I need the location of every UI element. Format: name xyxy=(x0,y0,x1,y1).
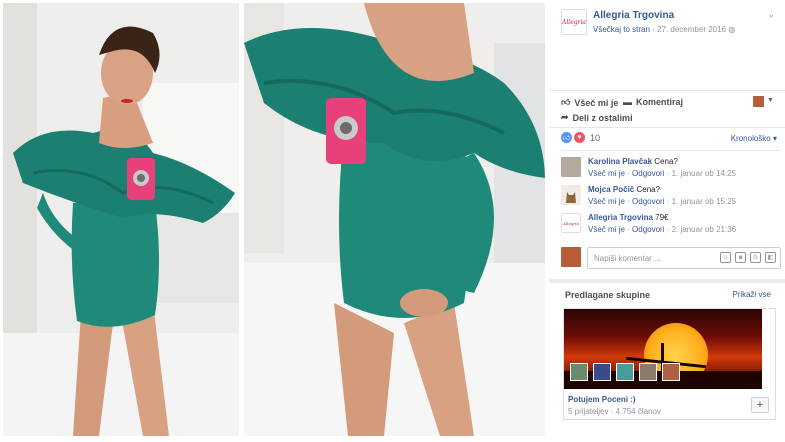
share-arrow-icon: ➦ xyxy=(561,112,569,122)
comment-composer: Napiši komentar ... ☺ ◙ G ◧ xyxy=(561,247,781,269)
comment-text: Cena? xyxy=(654,157,678,166)
page-logo-text: Allegria xyxy=(563,220,579,226)
comment-like-link[interactable]: Všeč mi je xyxy=(588,169,625,178)
like-reaction-icon: 👍︎ xyxy=(561,132,572,143)
like-button[interactable]: 👍︎ Všeč mi je xyxy=(561,97,618,108)
facebook-photo-viewer: Allegria Allegria Trgovina Všečkaj to st… xyxy=(0,0,785,442)
page-logo-text: Allegria xyxy=(562,18,586,26)
dot-separator: · xyxy=(652,25,655,34)
comment-reply-link[interactable]: Odgovori xyxy=(632,197,664,206)
sort-label: Kronološko xyxy=(730,134,771,143)
comment-text: Cena? xyxy=(636,185,661,194)
woman-mirror-selfie-photo-2 xyxy=(244,3,545,436)
page-avatar[interactable]: Allegria xyxy=(561,9,587,35)
comment-sort-dropdown[interactable]: Kronološko ▾ xyxy=(731,134,777,143)
member-avatar[interactable] xyxy=(616,363,634,381)
viewer-avatar xyxy=(561,247,581,267)
commenter-avatar[interactable]: Allegria xyxy=(561,213,581,233)
member-avatar[interactable] xyxy=(570,363,588,381)
comment-text: 79€ xyxy=(655,213,669,222)
like-label: Všeč mi je xyxy=(574,97,619,108)
divider xyxy=(549,90,785,91)
comment-item: Allegria Allegria Trgovina 79€ Všeč mi j… xyxy=(561,213,781,239)
comment-author[interactable]: Karolina Plavčak xyxy=(588,157,652,166)
suggested-groups-title: Predlagane skupine xyxy=(565,290,651,300)
member-avatar[interactable] xyxy=(639,363,657,381)
thumbs-up-icon: 👍︎ xyxy=(561,97,571,107)
comment-icon: ▬ xyxy=(623,97,632,107)
photo-right[interactable] xyxy=(244,3,545,436)
comment-like-link[interactable]: Všeč mi je xyxy=(588,197,625,206)
comment-time[interactable]: 2. januar ob 21:36 xyxy=(672,225,737,234)
comment-label: Komentiraj xyxy=(636,97,684,107)
section-divider xyxy=(549,279,785,283)
comment-input[interactable]: Napiši komentar ... ☺ ◙ G ◧ xyxy=(587,247,781,269)
share-button[interactable]: ➦ Deli z ostalimi xyxy=(561,112,633,123)
group-cover-photo[interactable] xyxy=(564,309,762,389)
like-page-link[interactable]: Všečkaj to stran xyxy=(593,25,650,34)
comment-item: Karolina Plavčak Cena? Všeč mi je · Odgo… xyxy=(561,157,781,183)
comment-time[interactable]: 1. januar ob 14:25 xyxy=(672,169,737,178)
chevron-down-icon[interactable]: ⌄ xyxy=(767,9,775,20)
post-subline: Všečkaj to stran · 27. december 2016 ◍ xyxy=(593,25,735,34)
globe-icon: ◍ xyxy=(728,25,736,34)
photo-left[interactable] xyxy=(3,3,239,436)
reactions-summary[interactable]: 👍︎ ♥ 10 xyxy=(561,132,600,143)
page-name-link[interactable]: Allegria Trgovina xyxy=(593,10,674,21)
love-reaction-icon: ♥ xyxy=(574,132,585,143)
caret-down-icon[interactable]: ▼ xyxy=(767,97,774,104)
comment-placeholder: Napiši komentar ... xyxy=(594,254,661,263)
sticker-icon[interactable]: ◧ xyxy=(765,252,776,263)
comment-author[interactable]: Mojca Počič xyxy=(588,185,634,194)
comment-reply-link[interactable]: Odgovori xyxy=(632,169,664,178)
emoji-icon[interactable]: ☺ xyxy=(720,252,731,263)
comment-button[interactable]: ▬ Komentiraj xyxy=(623,97,683,107)
post-date[interactable]: 27. december 2016 xyxy=(657,25,726,34)
join-group-button[interactable]: + xyxy=(751,397,769,413)
commenter-avatar[interactable] xyxy=(561,157,581,177)
comment-author[interactable]: Allegria Trgovina xyxy=(588,213,653,222)
group-name-link[interactable]: Potujem Poceni :) xyxy=(568,395,636,404)
woman-mirror-selfie-photo-1 xyxy=(3,3,239,436)
camera-icon[interactable]: ◙ xyxy=(735,252,746,263)
show-all-link[interactable]: Prikaži vse xyxy=(732,290,771,299)
group-meta: 5 prijateljev · 4.754 članov xyxy=(568,407,661,416)
comment-item: Mojca Počič Cena? Všeč mi je · Odgovori … xyxy=(561,185,781,211)
cat-avatar-icon xyxy=(566,192,576,203)
commenter-avatar[interactable] xyxy=(561,185,581,205)
reaction-count: 10 xyxy=(590,132,601,143)
comment-reply-link[interactable]: Odgovori xyxy=(632,225,664,234)
suggested-group-card[interactable]: Potujem Poceni :) 5 prijateljev · 4.754 … xyxy=(563,308,776,420)
post-side-panel: Allegria Allegria Trgovina Všečkaj to st… xyxy=(549,0,785,442)
divider xyxy=(549,127,785,128)
gif-icon[interactable]: G xyxy=(750,252,761,263)
viewer-avatar[interactable] xyxy=(753,96,764,107)
comment-like-link[interactable]: Všeč mi je xyxy=(588,225,625,234)
share-label: Deli z ostalimi xyxy=(572,112,633,123)
comment-time[interactable]: 1. januar ob 15:25 xyxy=(672,197,737,206)
member-avatar[interactable] xyxy=(593,363,611,381)
member-avatar[interactable] xyxy=(662,363,680,381)
divider xyxy=(561,150,781,151)
